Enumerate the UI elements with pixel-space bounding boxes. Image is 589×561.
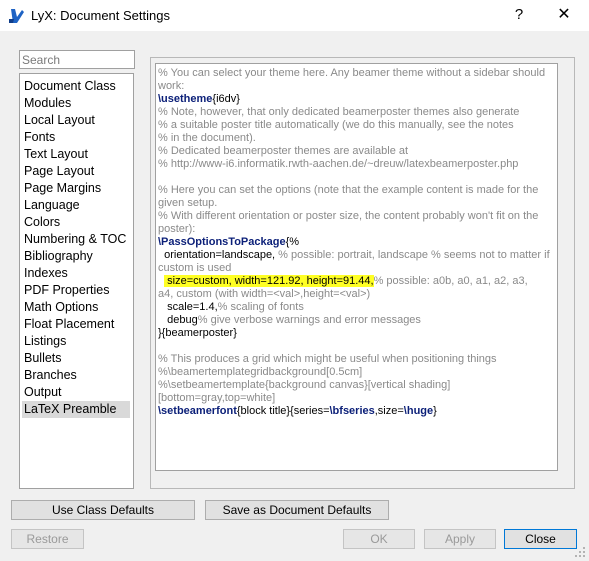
sidebar-item-latex-preamble[interactable]: LaTeX Preamble bbox=[22, 401, 130, 418]
preamble-line: %\setbeamertemplate{background canvas}[v… bbox=[158, 379, 451, 391]
preamble-line: % This produces a grid which might be us… bbox=[158, 353, 497, 365]
latex-comment: % give verbose warnings and error messag… bbox=[197, 314, 421, 326]
latex-command: \setbeamerfont bbox=[158, 405, 237, 417]
preamble-line: size=custom, width=121.92, height=91.44,… bbox=[158, 274, 528, 288]
sidebar-item-bullets[interactable]: Bullets bbox=[22, 350, 130, 367]
latex-comment: % possible: portrait, landscape % seems … bbox=[278, 249, 550, 261]
latex-argument: {i6dv} bbox=[212, 93, 240, 105]
latex-command: \huge bbox=[403, 405, 434, 417]
search-input[interactable] bbox=[19, 50, 135, 69]
preamble-line: % http://www-i6.informatik.rwth-aachen.d… bbox=[158, 158, 519, 170]
sidebar-item-page-layout[interactable]: Page Layout bbox=[22, 163, 130, 180]
preamble-line: % a suitable poster title automatically … bbox=[158, 119, 514, 131]
sidebar-item-pdf-properties[interactable]: PDF Properties bbox=[22, 282, 130, 299]
preamble-line: }{beamerposter} bbox=[158, 327, 237, 339]
preamble-line: % Here you can set the options (note tha… bbox=[158, 184, 539, 196]
latex-command: \PassOptionsToPackage bbox=[158, 236, 286, 248]
sidebar-item-indexes[interactable]: Indexes bbox=[22, 265, 130, 282]
sidebar-item-page-margins[interactable]: Page Margins bbox=[22, 180, 130, 197]
preamble-line: orientation=landscape, % possible: portr… bbox=[158, 248, 550, 262]
sidebar-item-float-placement[interactable]: Float Placement bbox=[22, 316, 130, 333]
preamble-line: % Note, however, that only dedicated bea… bbox=[158, 106, 520, 118]
preamble-line: scale=1.4,% scaling of fonts bbox=[158, 300, 304, 314]
preamble-line: % With different orientation or poster s… bbox=[158, 210, 539, 222]
sidebar-item-modules[interactable]: Modules bbox=[22, 95, 130, 112]
sidebar-item-bibliography[interactable]: Bibliography bbox=[22, 248, 130, 265]
latex-comment: % possible: a0b, a0, a1, a2, a3, bbox=[373, 275, 528, 287]
sidebar-item-fonts[interactable]: Fonts bbox=[22, 129, 130, 146]
preamble-line: \setbeamerfont{block title}{series=\bfse… bbox=[158, 404, 437, 418]
latex-argument: } bbox=[433, 405, 437, 417]
preamble-line: a4, custom (with width=<val>,height=<val… bbox=[158, 288, 371, 300]
lyx-logo-icon bbox=[9, 9, 24, 23]
title-bar: LyX: Document Settings ? ✕ bbox=[0, 0, 589, 31]
window-title: LyX: Document Settings bbox=[31, 8, 170, 23]
sidebar-item-colors[interactable]: Colors bbox=[22, 214, 130, 231]
latex-text: debug bbox=[158, 314, 198, 326]
preamble-line: % Dedicated beamerposter themes are avai… bbox=[158, 145, 409, 157]
use-class-defaults-button[interactable]: Use Class Defaults bbox=[11, 500, 195, 520]
preamble-line: custom is used bbox=[158, 262, 232, 274]
latex-command: \bfseries bbox=[329, 405, 375, 417]
preamble-line: debug% give verbose warnings and error m… bbox=[158, 313, 421, 327]
apply-button[interactable]: Apply bbox=[424, 529, 496, 549]
close-button[interactable]: Close bbox=[504, 529, 577, 549]
sidebar-item-local-layout[interactable]: Local Layout bbox=[22, 112, 130, 129]
preamble-editor[interactable]: % You can select your theme here. Any be… bbox=[155, 63, 558, 471]
preamble-line: \usetheme{i6dv} bbox=[158, 92, 240, 106]
help-button[interactable]: ? bbox=[507, 4, 531, 26]
save-as-document-defaults-button[interactable]: Save as Document Defaults bbox=[205, 500, 389, 520]
latex-command: \usetheme bbox=[158, 93, 213, 105]
highlighted-text: size=custom, width=121.92, height=91.44, bbox=[164, 275, 374, 287]
sidebar-item-listings[interactable]: Listings bbox=[22, 333, 130, 350]
preamble-line: [bottom=gray,top=white] bbox=[158, 392, 276, 404]
restore-button[interactable]: Restore bbox=[11, 529, 84, 549]
preamble-line: work: bbox=[158, 80, 185, 92]
sidebar-item-output[interactable]: Output bbox=[22, 384, 130, 401]
sidebar-item-math-options[interactable]: Math Options bbox=[22, 299, 130, 316]
settings-category-list: Document Class Modules Local Layout Font… bbox=[19, 73, 134, 489]
sidebar-item-numbering-toc[interactable]: Numbering & TOC bbox=[22, 231, 130, 248]
latex-argument: {% bbox=[285, 236, 300, 248]
latex-comment: % scaling of fonts bbox=[217, 301, 304, 313]
preamble-line: given setup. bbox=[158, 197, 218, 209]
preamble-line: % You can select your theme here. Any be… bbox=[158, 67, 546, 79]
latex-argument: {block title}{series= bbox=[236, 405, 330, 417]
resize-grip-icon[interactable] bbox=[574, 546, 586, 558]
preamble-line: poster): bbox=[158, 223, 196, 235]
latex-text: scale=1.4, bbox=[158, 301, 218, 313]
latex-argument: ,size= bbox=[374, 405, 404, 417]
preamble-line: \PassOptionsToPackage{% bbox=[158, 235, 299, 249]
close-window-button[interactable]: ✕ bbox=[552, 4, 576, 26]
sidebar-item-text-layout[interactable]: Text Layout bbox=[22, 146, 130, 163]
preamble-line: % in the document). bbox=[158, 132, 256, 144]
sidebar-item-document-class[interactable]: Document Class bbox=[22, 78, 130, 95]
sidebar-item-branches[interactable]: Branches bbox=[22, 367, 130, 384]
sidebar-item-language[interactable]: Language bbox=[22, 197, 130, 214]
latex-text: orientation=landscape, bbox=[158, 249, 279, 261]
ok-button[interactable]: OK bbox=[343, 529, 415, 549]
preamble-line: %\beamertemplategridbackground[0.5cm] bbox=[158, 366, 363, 378]
